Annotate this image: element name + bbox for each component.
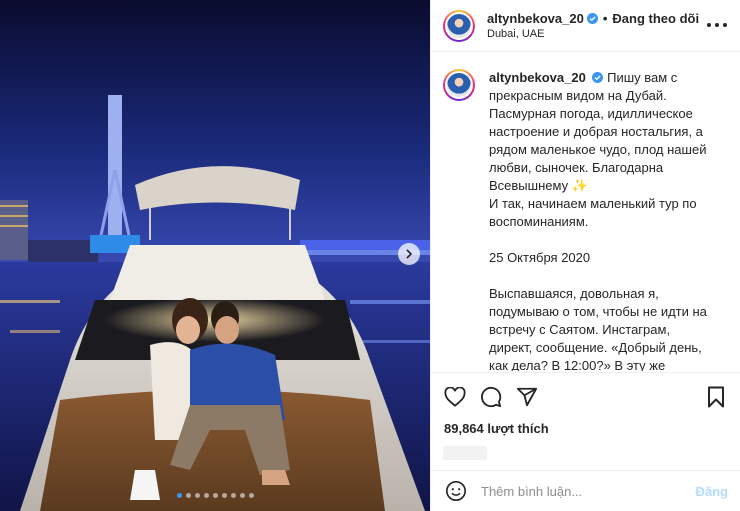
caption-paragraph: И так, начинаем маленький тур по воспоми…: [489, 196, 697, 229]
carousel-dot: [239, 493, 245, 498]
emoji-icon: [446, 481, 466, 501]
save-button[interactable]: [704, 385, 728, 409]
like-button[interactable]: [443, 385, 467, 409]
carousel-dot: [221, 493, 227, 498]
caption-text: altynbekova_20 Пишу вам с прекрасным вид…: [489, 69, 709, 371]
verified-badge-icon: [592, 72, 604, 83]
caption-avatar[interactable]: [443, 69, 475, 101]
post-photo[interactable]: [0, 0, 430, 511]
carousel-dot: [194, 493, 200, 498]
post-date-placeholder: [443, 446, 487, 460]
caption-paragraph: Выспавшаяся, довольная я, подумываю о то…: [489, 286, 707, 371]
send-icon: [516, 387, 538, 407]
more-horizontal-icon: [707, 23, 727, 27]
heart-icon: [444, 387, 466, 407]
add-comment-bar: Đăng: [431, 470, 740, 511]
post-comment-button[interactable]: Đăng: [696, 484, 729, 499]
location-link[interactable]: Dubai, UAE: [487, 28, 699, 40]
action-bar: 89,864 lượt thích: [431, 372, 740, 460]
carousel-dot: [185, 493, 191, 498]
comment-icon: [481, 386, 502, 408]
carousel-dot: [203, 493, 209, 498]
carousel-dot: [248, 493, 254, 498]
following-button[interactable]: Đang theo dõi: [612, 11, 699, 26]
yacht-night-photo: [0, 0, 430, 511]
carousel-next-button[interactable]: [398, 243, 420, 265]
post-side-panel: altynbekova_20 • Đang theo dõi Dubai, UA…: [430, 0, 740, 511]
carousel-dot: [176, 493, 182, 498]
caption-date-line: 25 Октября 2020: [489, 250, 591, 265]
chevron-right-icon: [406, 249, 413, 259]
more-options-button[interactable]: [706, 14, 728, 36]
carousel-indicator: [0, 493, 430, 498]
likes-count[interactable]: 89,864 lượt thích: [444, 421, 728, 436]
comment-input[interactable]: [481, 483, 696, 499]
comment-button[interactable]: [479, 385, 503, 409]
avatar[interactable]: [443, 9, 475, 42]
caption-first-paragraph: altynbekova_20 Пишу вам с прекрасным вид…: [489, 69, 709, 195]
caption-paragraph: Пишу вам с прекрасным видом на Дубай. Па…: [489, 70, 707, 193]
emoji-button[interactable]: [445, 480, 467, 502]
header-username[interactable]: altynbekova_20: [487, 11, 584, 26]
verified-badge-icon: [586, 13, 598, 24]
carousel-dot: [230, 493, 236, 498]
bookmark-icon: [708, 386, 724, 408]
share-button[interactable]: [515, 385, 539, 409]
caption-username[interactable]: altynbekova_20: [489, 70, 586, 85]
header-separator: •: [602, 11, 608, 26]
caption-area[interactable]: altynbekova_20 Пишу вам с прекрасным вид…: [431, 53, 740, 371]
post-header: altynbekova_20 • Đang theo dõi Dubai, UA…: [431, 0, 740, 52]
carousel-dot: [212, 493, 218, 498]
